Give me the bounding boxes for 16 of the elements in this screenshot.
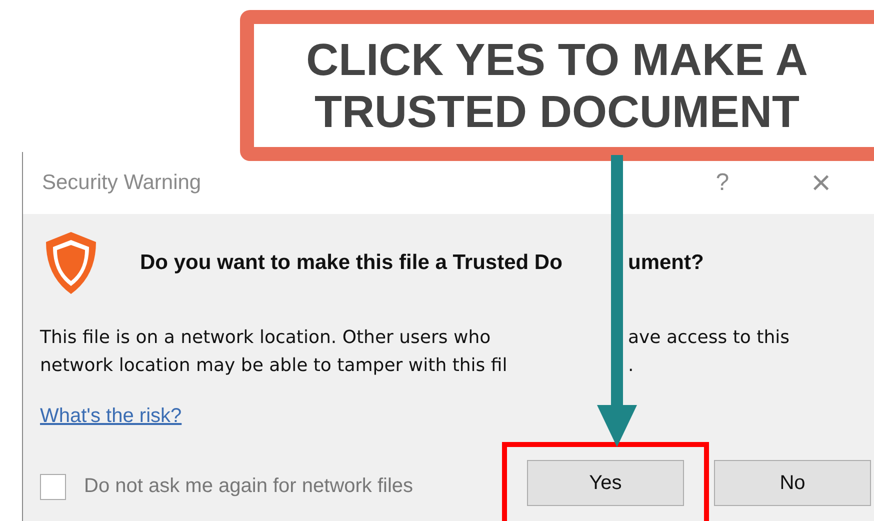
close-button[interactable]: × (811, 164, 831, 202)
warning-message: . (628, 354, 634, 378)
help-button[interactable]: ? (716, 169, 730, 197)
dialog-heading: Do you want to make this file a Trusted Do (140, 251, 564, 275)
no-button[interactable]: No (714, 460, 871, 506)
checkbox[interactable] (40, 474, 66, 500)
callout-text: CLICK YES TO MAKE A (306, 34, 808, 86)
warning-message: This file is on a network location. Other users who (40, 326, 492, 350)
risk-link[interactable]: What's the risk? (40, 405, 182, 428)
window-title: Security Warning (42, 171, 202, 195)
warning-message: ave access to this (628, 326, 790, 350)
dialog-heading: ument? (628, 251, 704, 275)
warning-message: network location may be able to tamper with this fil (40, 354, 508, 378)
checkbox-label: Do not ask me again for network files (84, 475, 414, 498)
yes-button[interactable]: Yes (527, 460, 684, 506)
callout-text: TRUSTED DOCUMENT (314, 86, 800, 138)
